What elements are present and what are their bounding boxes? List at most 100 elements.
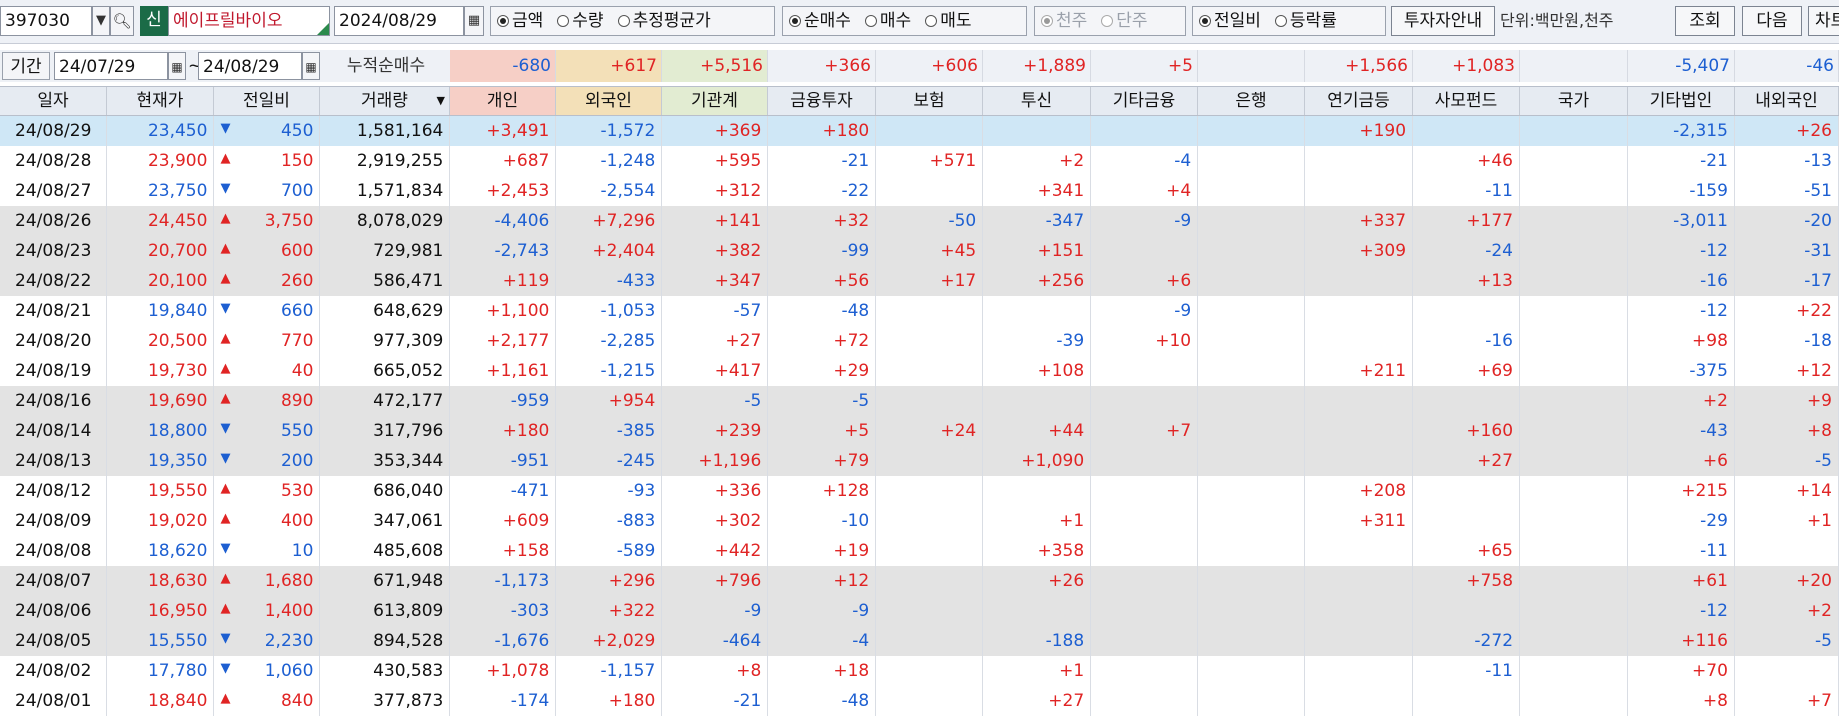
header-government[interactable]: 국가: [1520, 87, 1628, 115]
cell-volume: 894,528: [319, 626, 451, 656]
header-foreign[interactable]: 외국인: [556, 87, 662, 115]
table-row[interactable]: 24/08/0718,6301,680671,948-1,173+296+796…: [0, 566, 1839, 596]
calendar-icon: ▦: [171, 60, 183, 74]
table-row[interactable]: 24/08/1919,73040665,052+1,161-1,215+417+…: [0, 356, 1839, 386]
table-row[interactable]: 24/08/0818,62010485,608+158-589+442+19 +3…: [0, 536, 1839, 566]
cell-investor-value: +141: [661, 206, 769, 236]
table-row[interactable]: 24/08/0118,840840377,873-174+180-21-48 +2…: [0, 686, 1839, 716]
cell-investor-value: [1519, 536, 1628, 566]
radio-quantity[interactable]: 수량: [557, 11, 604, 31]
header-institution[interactable]: 기관계: [662, 87, 768, 115]
dropdown-button[interactable]: ▼: [92, 6, 110, 36]
table-row[interactable]: 24/08/0515,5502,230894,528-1,676+2,029-4…: [0, 626, 1839, 656]
table-row[interactable]: 24/08/1219,550530686,040-471-93+336+128 +…: [0, 476, 1839, 506]
period-label: 기간: [2, 52, 50, 80]
cell-investor-value: -9: [661, 596, 769, 626]
table-row[interactable]: 24/08/1619,690890472,177-959+954-5-5+2+9: [0, 386, 1839, 416]
cell-investor-value: +1,161: [449, 356, 557, 386]
radio-avg-price[interactable]: 추정평균가: [617, 11, 711, 31]
period-to-input[interactable]: 24/08/29: [198, 52, 302, 80]
cell-investor-value: [1519, 506, 1628, 536]
cell-investor-value: +7: [1734, 686, 1839, 716]
cell-investor-value: [982, 596, 1092, 626]
from-calendar-button[interactable]: ▦: [168, 52, 186, 80]
chart-button[interactable]: 차트: [1808, 6, 1839, 36]
table-row[interactable]: 24/08/0616,9501,400613,809-303+322-9-9-1…: [0, 596, 1839, 626]
cumulative-insurance: +606: [876, 50, 983, 82]
cell-investor-value: +1,196: [661, 446, 769, 476]
table-row[interactable]: 24/08/2320,700600729,981-2,743+2,404+382…: [0, 236, 1839, 266]
header-insurance[interactable]: 보험: [876, 87, 983, 115]
table-row[interactable]: 24/08/0217,7801,060430,583+1,078-1,157+8…: [0, 656, 1839, 686]
radio-net-buy[interactable]: 순매수: [789, 11, 851, 31]
table-row[interactable]: 24/08/2220,100260586,471+119-433+347+56+…: [0, 266, 1839, 296]
table-row[interactable]: 24/08/2119,840660648,629+1,100-1,053-57-…: [0, 296, 1839, 326]
stock-code-input[interactable]: 397030: [0, 6, 92, 36]
header-individual[interactable]: 개인: [450, 87, 556, 115]
header-other-corp[interactable]: 기타법인: [1628, 87, 1735, 115]
cell-investor-value: [875, 596, 984, 626]
radio-prev-day[interactable]: 전일비: [1199, 11, 1261, 31]
calendar-button[interactable]: ▦: [464, 6, 484, 36]
cell-investor-value: +8: [1734, 416, 1839, 446]
radio-buy[interactable]: 매수: [864, 11, 911, 31]
cell-price: 23,900: [106, 146, 215, 176]
table-header: 일자 현재가 전일비 거래량 ▼ 개인 외국인 기관계 금융투자 보험 투신 기타…: [0, 86, 1839, 116]
cell-investor-value: -2,554: [555, 176, 663, 206]
cell-investor-value: [1197, 266, 1306, 296]
cell-investor-value: -9: [1090, 206, 1199, 236]
table-row[interactable]: 24/08/2624,4503,7508,078,029-4,406+7,296…: [0, 206, 1839, 236]
period-from-input[interactable]: 24/07/29: [54, 52, 168, 80]
query-button[interactable]: 조회: [1675, 6, 1735, 36]
cell-investor-value: +358: [982, 536, 1092, 566]
table-row[interactable]: 24/08/1418,800550317,796+180-385+239+5+2…: [0, 416, 1839, 446]
header-bank[interactable]: 은행: [1198, 87, 1305, 115]
header-financial-investment[interactable]: 금융투자: [768, 87, 876, 115]
cell-investor-value: -2,743: [449, 236, 557, 266]
cell-investor-value: -1,157: [555, 656, 663, 686]
table-row[interactable]: 24/08/1319,350200353,344-951-245+1,196+7…: [0, 446, 1839, 476]
cell-date: 24/08/12: [0, 476, 108, 506]
cell-investor-value: +215: [1627, 476, 1735, 506]
table-row[interactable]: 24/08/2723,7507001,571,834+2,453-2,554+3…: [0, 176, 1839, 206]
radio-change-rate[interactable]: 등락률: [1274, 11, 1337, 31]
search-button[interactable]: 🔍︎: [110, 6, 134, 36]
cell-investor-value: +347: [661, 266, 769, 296]
header-investment-trust[interactable]: 투신: [983, 87, 1091, 115]
header-pension[interactable]: 연기금등: [1305, 87, 1413, 115]
table-row[interactable]: 24/08/2923,4504501,581,164+3,491-1,572+3…: [0, 116, 1839, 146]
header-volume[interactable]: 거래량 ▼: [320, 87, 450, 115]
table-row[interactable]: 24/08/2823,9001502,919,255+687-1,248+595…: [0, 146, 1839, 176]
header-date[interactable]: 일자: [0, 87, 107, 115]
sort-down-icon[interactable]: ▼: [437, 87, 445, 115]
header-other-finance[interactable]: 기타금융: [1091, 87, 1198, 115]
to-calendar-button[interactable]: ▦: [302, 52, 320, 80]
header-domestic-foreign[interactable]: 내외국인: [1735, 87, 1839, 115]
cell-investor-value: [1519, 206, 1628, 236]
date-input[interactable]: 2024/08/29: [334, 6, 464, 36]
cell-investor-value: -5: [1734, 626, 1839, 656]
cell-investor-value: [1304, 536, 1414, 566]
cell-investor-value: [875, 566, 984, 596]
header-change[interactable]: 전일비: [214, 87, 320, 115]
cell-investor-value: [1090, 236, 1199, 266]
investor-guide-button[interactable]: 투자자안내: [1391, 6, 1495, 36]
radio-sell[interactable]: 매도: [925, 11, 971, 31]
cell-investor-value: +14: [1734, 476, 1839, 506]
cell-date: 24/08/27: [0, 176, 108, 206]
cumulative-other-finance: +5: [1091, 50, 1198, 82]
radio-amount[interactable]: 금액: [497, 11, 543, 31]
radio-thousand-shares[interactable]: 천주: [1041, 11, 1087, 31]
table-row[interactable]: 24/08/0919,020400347,061+609-883+302-10 +…: [0, 506, 1839, 536]
cell-change: 1,400: [213, 596, 321, 626]
cell-investor-value: [1090, 596, 1199, 626]
radio-single-shares[interactable]: 단주: [1101, 11, 1148, 31]
header-private-fund[interactable]: 사모펀드: [1413, 87, 1520, 115]
header-price[interactable]: 현재가: [107, 87, 214, 115]
cell-price: 18,630: [106, 566, 215, 596]
cell-investor-value: -2,315: [1627, 116, 1735, 146]
next-button[interactable]: 다음: [1742, 6, 1802, 36]
cell-investor-value: -1,215: [555, 356, 663, 386]
table-row[interactable]: 24/08/2020,500770977,309+2,177-2,285+27+…: [0, 326, 1839, 356]
cell-investor-value: -39: [982, 326, 1092, 356]
